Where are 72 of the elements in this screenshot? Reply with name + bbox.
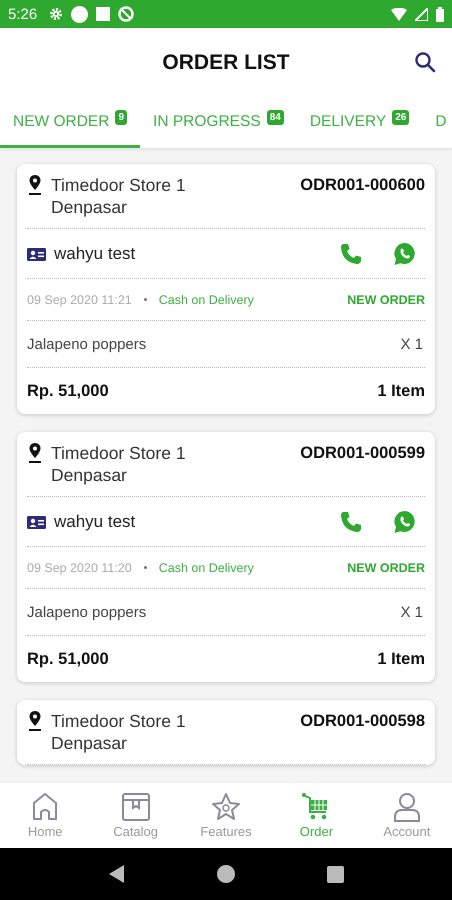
back-icon[interactable] [108, 865, 124, 883]
chat-button[interactable] [393, 242, 417, 266]
item-count: 1 Item [377, 650, 425, 668]
item-quantity: X 1 [400, 336, 424, 352]
house-icon [31, 792, 60, 822]
chat-bubble-icon [393, 510, 417, 534]
location-pin-icon [27, 710, 43, 732]
item-name: Jalapeno poppers [27, 336, 146, 352]
search-icon [414, 51, 436, 73]
count-badge: 84 [266, 110, 284, 125]
payment-method: Cash on Delivery [158, 560, 255, 574]
store-name: Timedoor Store 1 [51, 442, 187, 464]
customer-name: wahyu test [54, 244, 136, 264]
signal-icon [415, 8, 428, 20]
order-number: ODR001-000599 [300, 443, 425, 463]
call-button[interactable] [339, 510, 363, 534]
call-button[interactable] [339, 242, 363, 266]
store-name: Timedoor Store 1 [51, 174, 187, 196]
separator-dot [144, 566, 147, 569]
battery-icon [436, 6, 444, 22]
store-city: Denpasar [51, 196, 128, 218]
star-icon [211, 792, 242, 822]
phone-icon [339, 242, 363, 266]
gear-icon [49, 7, 64, 21]
square-icon [96, 7, 110, 21]
order-card[interactable]: Timedoor Store 1 Denpasar ODR001-000598 [17, 700, 435, 765]
order-total: Rp. 51,000 [27, 650, 109, 668]
nav-tab[interactable]: Features [180, 783, 272, 848]
item-count: 1 Item [377, 382, 425, 400]
item-quantity: X 1 [400, 604, 424, 620]
tab[interactable]: D [422, 98, 452, 148]
order-number: ODR001-000600 [300, 175, 425, 195]
nav-tab[interactable]: Order [271, 783, 362, 848]
customer-name: wahyu test [54, 512, 136, 532]
home-icon[interactable] [216, 865, 234, 883]
nav-tab[interactable]: Catalog [90, 783, 181, 848]
search-button[interactable] [414, 51, 436, 73]
order-date: 09 Sep 2020 11:20 [27, 560, 132, 574]
ring-icon [118, 6, 134, 22]
order-number: ODR001-000598 [300, 711, 425, 731]
order-status: NEW ORDER [347, 560, 425, 574]
chat-button[interactable] [393, 510, 417, 534]
id-card-icon [27, 514, 46, 528]
wifi-icon [391, 8, 407, 20]
order-status: NEW ORDER [347, 292, 425, 306]
order-card[interactable]: Timedoor Store 1 Denpasar ODR001-000599 wahyu test 09 Sep 2020 11:20 Cash on Delivery NEW ORDER Jalapeno poppers X 1 Rp. 51,000 1 Item [17, 432, 435, 682]
payment-method: Cash on Delivery [158, 292, 255, 306]
order-total: Rp. 51,000 [27, 382, 109, 400]
person-icon [392, 792, 421, 822]
count-badge: 9 [115, 110, 128, 125]
location-pin-icon [27, 442, 43, 464]
store-city: Denpasar [51, 464, 128, 486]
nav-tab[interactable]: Account [362, 783, 452, 848]
page-title: ORDER LIST [162, 51, 290, 75]
count-badge: 26 [392, 110, 410, 125]
order-date: 09 Sep 2020 11:21 [27, 292, 132, 306]
store-name: Timedoor Store 1 [51, 710, 187, 732]
tab[interactable]: DELIVERY 26 [296, 98, 422, 148]
location-pin-icon [27, 174, 43, 196]
store-city: Denpasar [51, 732, 128, 754]
recents-icon[interactable] [326, 866, 344, 882]
separator-dot [144, 298, 147, 301]
tab[interactable]: IN PROGRESS 84 [140, 98, 297, 148]
circle-icon [71, 6, 88, 22]
item-name: Jalapeno poppers [27, 604, 146, 620]
nav-tab[interactable]: Home [0, 783, 90, 848]
id-card-icon [27, 246, 46, 260]
chat-bubble-icon [393, 242, 417, 266]
order-card[interactable]: Timedoor Store 1 Denpasar ODR001-000600 wahyu test 09 Sep 2020 11:21 Cash on Delivery NEW ORDER Jalapeno poppers X 1 Rp. 51,000 1 Item [17, 164, 435, 414]
status-time: 5:26 [8, 6, 38, 22]
box-icon [120, 792, 151, 822]
phone-icon [339, 510, 363, 534]
